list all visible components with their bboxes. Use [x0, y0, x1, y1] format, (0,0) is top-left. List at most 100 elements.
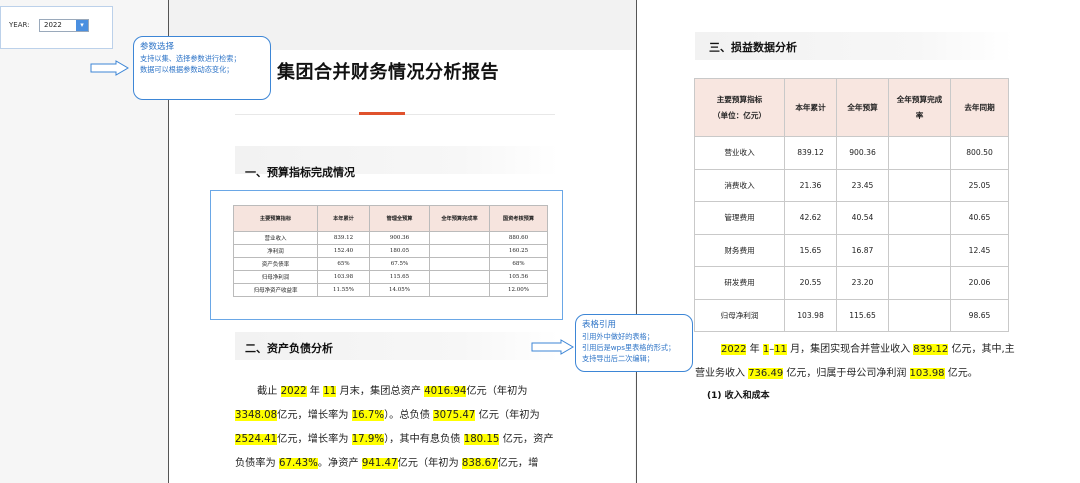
table-header: 管理全预算 — [369, 205, 430, 232]
page-title: 集团合并财务情况分析报告 — [277, 62, 499, 83]
table-cell: 20.06 — [950, 266, 1009, 300]
table-cell: 105.56 — [489, 270, 548, 284]
table-row: 管理费用 42.62 40.54 40.65 — [694, 201, 1009, 235]
text-span: 亿元，增长率为 — [277, 410, 352, 421]
table-cell: 归母净利润 — [694, 298, 785, 332]
embedded-table-frame[interactable]: 主要预算指标 本年累计 管理全预算 全年预算完成率 国资考核预算 营业收入 839… — [210, 190, 563, 320]
sub-heading: (1) 收入和成本 — [707, 391, 770, 401]
table-cell — [888, 168, 951, 202]
table-cell: 归母净利润 — [233, 270, 318, 284]
table-header: 主要预算指标 — [233, 205, 318, 232]
table-cell: 65% — [317, 257, 370, 271]
text-span: 亿元（年初为 — [397, 458, 462, 469]
balance-paragraph: 截止 2022 年 11 月末，集团总资产 4016.94亿元（年初为 3348… — [235, 380, 555, 476]
table-cell: 营业收入 — [233, 231, 318, 245]
callout-line: 支持以集、选择参数进行检索； — [140, 54, 241, 63]
year-label: YEAR: — [9, 21, 30, 29]
table-cell: 900.36 — [836, 136, 889, 170]
table-header: 本年累计 — [317, 205, 370, 232]
table-cell: 42.62 — [784, 201, 837, 235]
table-cell: 12.00% — [489, 283, 548, 297]
table-header: 去年同期 — [950, 78, 1009, 137]
table-cell: 消费收入 — [694, 168, 785, 202]
text-span: 亿元，其中, — [948, 344, 1005, 355]
table-cell: 14.05% — [369, 283, 430, 297]
table-header: 国资考核预算 — [489, 205, 548, 232]
text-span: 年 — [746, 344, 763, 355]
table-cell — [888, 233, 951, 267]
table-cell: 103.98 — [784, 298, 837, 332]
chevron-down-icon[interactable]: ▾ — [76, 20, 88, 31]
callout-line: 引用后是wps里表格的形式； — [582, 343, 676, 352]
pnl-paragraph: 2022 年 1–11 月，集团实现合并营业收入 839.12 亿元，其中,主营… — [695, 338, 1015, 386]
text-span: 截止 — [257, 386, 281, 397]
table-row: 归母净资产收益率 11.55% 14.05% 12.00% — [233, 283, 548, 297]
table-cell: 67.5% — [369, 257, 430, 271]
arrow-right-icon — [531, 339, 574, 355]
table-header: 主要预算指标 （单位：亿元） — [694, 78, 785, 137]
callout-line: 引用外中做好的表格； — [582, 332, 654, 341]
highlight-value: 941.47 — [361, 458, 398, 469]
table-cell: 98.65 — [950, 298, 1009, 332]
table-cell: 839.12 — [317, 231, 370, 245]
highlight-value: 839.12 — [913, 344, 949, 355]
text-span: 亿元。 — [944, 368, 978, 379]
text-span: 。净资产 — [317, 458, 362, 469]
table-cell: 16.87 — [836, 233, 889, 267]
table-cell — [429, 283, 490, 297]
table-cell — [888, 201, 951, 235]
table-cell: 115.65 — [836, 298, 889, 332]
table-cell: 23.20 — [836, 266, 889, 300]
table-cell: 25.05 — [950, 168, 1009, 202]
table-cell — [429, 231, 490, 245]
table-cell: 152.40 — [317, 244, 370, 258]
highlight-value: 2022 — [721, 344, 747, 355]
table-row: 财务费用 15.65 16.87 12.45 — [694, 233, 1009, 267]
section-title-budget: 一、预算指标完成情况 — [245, 166, 355, 179]
year-select[interactable]: 2022 ▾ — [39, 19, 89, 32]
table-row: 营业收入 839.12 900.36 800.50 — [694, 136, 1009, 170]
table-cell — [888, 266, 951, 300]
table-cell: 103.98 — [317, 270, 370, 284]
highlight-value: 2524.41 — [235, 434, 278, 445]
table-cell: 营业收入 — [694, 136, 785, 170]
highlight-value: 16.7% — [351, 410, 385, 421]
section-title-balance: 二、资产负债分析 — [245, 342, 333, 355]
title-accent-bar — [359, 112, 405, 115]
table-row: 归母净利润 103.98 115.65 98.65 — [694, 298, 1009, 332]
table-cell — [888, 136, 951, 170]
table-row: 营业收入 839.12 900.36 880.60 — [233, 231, 548, 245]
table-cell: 财务费用 — [694, 233, 785, 267]
report-canvas: YEAR: 2022 ▾ 集团合并财务情况分析报告 一、预算指标完成情况 主要预… — [0, 0, 1080, 483]
text-span: 亿元，增长率为 — [277, 434, 352, 445]
table-cell: 12.45 — [950, 233, 1009, 267]
table-cell: 839.12 — [784, 136, 837, 170]
highlight-value: 103.98 — [909, 368, 945, 379]
text-span: ），其中有息负债 — [384, 434, 464, 445]
table-cell: 40.65 — [950, 201, 1009, 235]
text-span: 月末，集团总资产 — [336, 386, 425, 397]
text-span: 亿元（年初为 — [475, 410, 540, 421]
table-row: 净利润 152.40 180.05 160.25 — [233, 244, 548, 258]
table-cell: 15.65 — [784, 233, 837, 267]
highlight-value: 11 — [323, 386, 337, 397]
callout-table: 表格引用 引用外中做好的表格； 引用后是wps里表格的形式； 支持导出后二次编辑… — [575, 314, 693, 372]
table-cell — [429, 257, 490, 271]
text-span: 亿元，归属于母公司净利润 — [783, 368, 910, 379]
highlight-value: 838.67 — [461, 458, 498, 469]
text-span: 月，集团实现合并营业收入 — [786, 344, 914, 355]
table-cell: 净利润 — [233, 244, 318, 258]
table-cell: 68% — [489, 257, 548, 271]
table-cell: 归母净资产收益率 — [233, 283, 318, 297]
highlight-value: 67.43% — [279, 458, 318, 469]
table-cell: 880.60 — [489, 231, 548, 245]
text-span: 年 — [306, 386, 324, 397]
table-header: 全年预算完成 率 — [888, 78, 951, 137]
table-row: 归母净利润 103.98 115.65 105.56 — [233, 270, 548, 284]
highlight-value: 3075.47 — [433, 410, 476, 421]
section-title-pnl: 三、损益数据分析 — [709, 41, 797, 54]
table-row: 资产负债率 65% 67.5% 68% — [233, 257, 548, 271]
callout-title: 表格引用 — [582, 320, 617, 330]
callout-line: 数据可以根据参数动态变化； — [140, 65, 234, 74]
callout-line: 支持导出后二次编辑； — [582, 354, 654, 363]
